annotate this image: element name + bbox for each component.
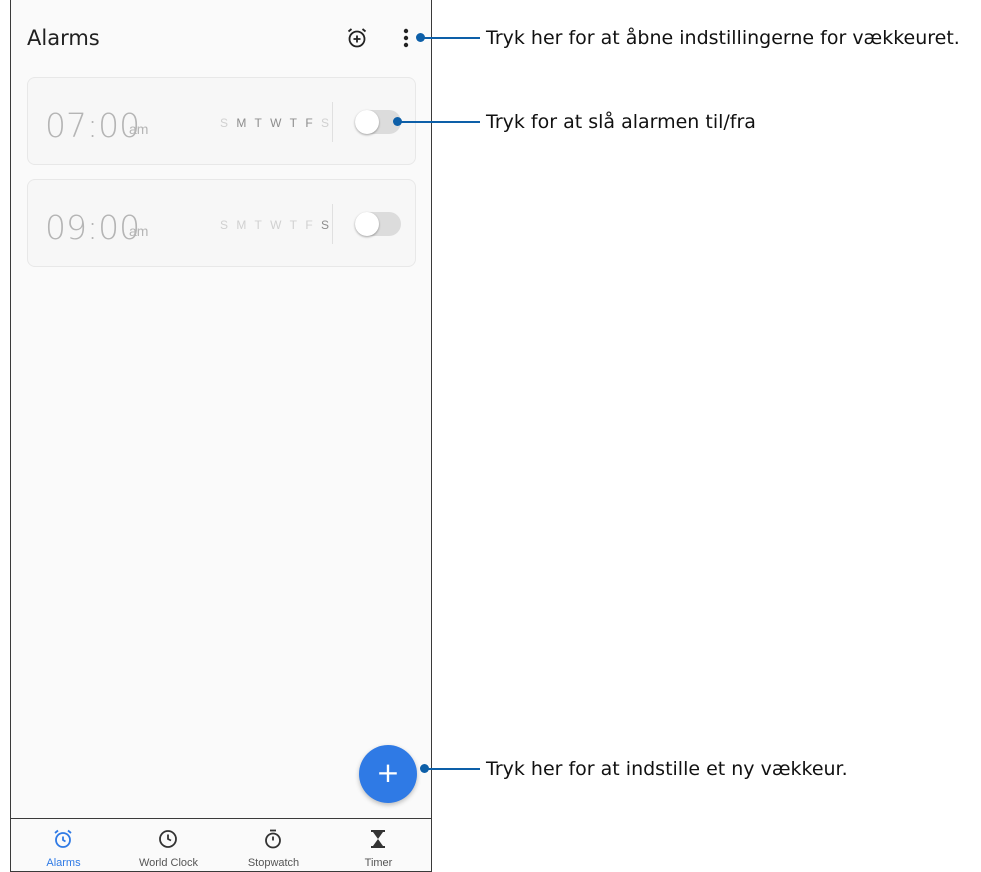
day-sunday: S (220, 116, 231, 130)
day-saturday: S (321, 116, 332, 130)
alarm-time: 07:00 (45, 106, 141, 145)
callout-line (428, 768, 480, 770)
alarm-ampm: am (129, 223, 149, 239)
day-thursday: T (289, 218, 299, 232)
day-friday: F (305, 116, 315, 130)
tab-label: Alarms (46, 857, 81, 869)
phone-screen: Alarms 07:00 am S M T W T F S 09:00 am S… (10, 0, 432, 872)
tab-label: Timer (364, 857, 393, 869)
hourglass-icon (367, 828, 389, 850)
alarm-clock-icon (52, 828, 74, 850)
callout-line (424, 37, 480, 39)
day-monday: M (236, 218, 249, 232)
day-thursday: T (289, 116, 299, 130)
callout-toggle: Tryk for at slå alarmen til/fra (486, 111, 756, 133)
alarm-card[interactable]: 09:00 am S M T W T F S (27, 179, 416, 267)
page-title: Alarms (27, 26, 100, 50)
alarm-days: S M T W T F S (220, 218, 332, 232)
tab-alarms[interactable]: Alarms (11, 819, 116, 871)
alarm-card[interactable]: 07:00 am S M T W T F S (27, 77, 416, 165)
tab-stopwatch[interactable]: Stopwatch (221, 819, 326, 871)
day-tuesday: T (254, 116, 264, 130)
tab-timer[interactable]: Timer (326, 819, 431, 871)
stopwatch-icon (262, 828, 284, 850)
divider (332, 102, 333, 142)
day-wednesday: W (270, 218, 284, 232)
alarm-add-icon[interactable] (345, 26, 369, 50)
callout-settings: Tryk her for at åbne indstillingerne for… (486, 27, 960, 49)
alarm-toggle[interactable] (355, 212, 401, 236)
day-saturday: S (321, 218, 332, 232)
toggle-knob (355, 212, 379, 236)
day-sunday: S (220, 218, 231, 232)
alarm-days: S M T W T F S (220, 116, 332, 130)
day-wednesday: W (270, 116, 284, 130)
callout-new-alarm: Tryk her for at indstille et ny vækkeur. (486, 758, 848, 780)
day-monday: M (236, 116, 249, 130)
tab-label: Stopwatch (247, 857, 300, 869)
tab-world-clock[interactable]: World Clock (116, 819, 221, 871)
callout-line (401, 121, 480, 123)
clock-icon (157, 828, 179, 850)
alarm-time: 09:00 (45, 208, 141, 247)
tab-label: World Clock (138, 857, 199, 869)
divider (332, 204, 333, 244)
bottom-navigation: Alarms World Clock Stopwatch Timer (11, 818, 431, 871)
add-alarm-button[interactable]: + (359, 745, 417, 803)
alarm-ampm: am (129, 121, 149, 137)
day-friday: F (305, 218, 315, 232)
app-bar: Alarms (11, 0, 431, 72)
day-tuesday: T (254, 218, 264, 232)
more-vertical-icon[interactable] (399, 26, 413, 50)
toggle-knob (355, 110, 379, 134)
